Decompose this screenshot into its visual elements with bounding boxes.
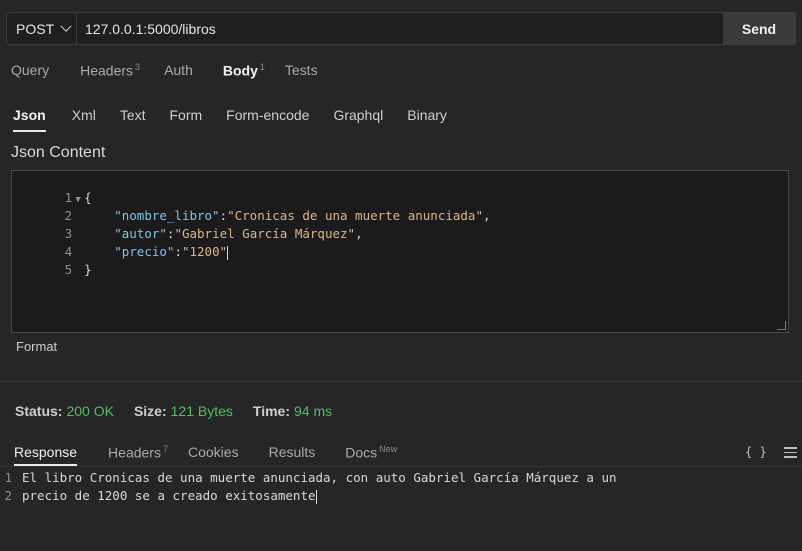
url-input[interactable]: 127.0.0.1:5000/libros: [77, 13, 723, 44]
status-row: Status: 200 OK Size: 121 Bytes Time: 94 …: [15, 403, 332, 419]
status-value: 200 OK: [66, 403, 114, 419]
resize-handle-icon[interactable]: [777, 321, 786, 330]
chevron-down-icon: [60, 20, 72, 32]
time-label: Time:: [252, 403, 290, 419]
send-button[interactable]: Send: [723, 13, 795, 44]
tab-text[interactable]: Text: [120, 107, 146, 132]
text-cursor: [315, 489, 317, 504]
method-select[interactable]: POST: [7, 13, 77, 44]
request-bar: POST 127.0.0.1:5000/libros Send: [6, 12, 796, 45]
editor-line: 4 "precio":"1200": [64, 244, 229, 260]
json-content-title: Json Content: [11, 144, 106, 161]
tab-binary[interactable]: Binary: [407, 107, 447, 132]
tab-xml[interactable]: Xml: [72, 107, 96, 132]
size-label: Size:: [133, 403, 167, 419]
tab-query[interactable]: Query: [11, 62, 49, 87]
tab-form-encode[interactable]: Form-encode: [226, 107, 309, 132]
tab-body[interactable]: Body 1: [223, 62, 265, 88]
tab-response[interactable]: Response: [14, 444, 78, 466]
json-editor[interactable]: 1 ▼{ 2 "nombre_libro":"Cronicas de una mu…: [11, 170, 789, 333]
tab-auth[interactable]: Auth: [164, 62, 193, 87]
tab-json[interactable]: Json: [13, 107, 46, 132]
body-type-tabs: Json Xml Text Form Form-encode Graphql B…: [13, 107, 471, 132]
tab-form[interactable]: Form: [170, 107, 203, 132]
braces-icon[interactable]: { }: [745, 445, 767, 459]
divider: [0, 381, 802, 382]
response-body: 1 El libro Cronicas de una muerte anuncia…: [0, 469, 617, 505]
request-tabs: Query Headers 3 Auth Body 1 Tests: [11, 62, 342, 88]
status-label: Status:: [15, 403, 63, 419]
text-cursor: [227, 245, 229, 260]
editor-line: 1 ▼{: [12, 171, 92, 205]
size-value: 121 Bytes: [170, 403, 233, 419]
tab-headers[interactable]: Headers 3: [80, 62, 140, 88]
time-value: 94 ms: [293, 403, 333, 419]
editor-line: 5}: [64, 262, 92, 277]
response-line: 1 El libro Cronicas de una muerte anuncia…: [4, 470, 617, 485]
tab-tests[interactable]: Tests: [285, 62, 318, 87]
hamburger-icon[interactable]: [784, 447, 797, 461]
response-line: 2 precio de 1200 se a creado exitosamente: [4, 488, 317, 504]
method-label: POST: [16, 20, 55, 37]
editor-line: 3 "autor":"Gabriel García Márquez",: [64, 226, 363, 241]
tab-graphql[interactable]: Graphql: [333, 107, 383, 132]
format-button[interactable]: Format: [16, 339, 57, 354]
divider: [0, 466, 802, 467]
editor-line: 2 "nombre_libro":"Cronicas de una muerte…: [64, 208, 491, 223]
